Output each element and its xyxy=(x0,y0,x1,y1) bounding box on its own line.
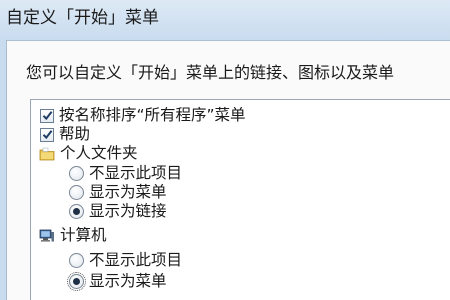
computer-icon xyxy=(39,229,54,242)
help-option[interactable]: 帮助 xyxy=(40,125,90,144)
radio-dot xyxy=(73,278,80,285)
check-icon xyxy=(42,130,52,140)
option-label: 不显示此项目 xyxy=(89,251,183,269)
radio-button[interactable] xyxy=(69,253,84,268)
personal-folder-group: 个人文件夹 xyxy=(39,144,138,163)
option-label: 显示为菜单 xyxy=(89,272,167,290)
option-label: 按名称排序“所有程序”菜单 xyxy=(59,106,246,124)
personal-folder-link-option[interactable]: 显示为链接 xyxy=(69,202,167,221)
customize-start-menu-dialog: 自定义「开始」菜单 您可以自定义「开始」菜单上的链接、图标以及菜单 按名称排序“… xyxy=(0,0,450,300)
checkbox[interactable] xyxy=(40,108,54,123)
option-label: 帮助 xyxy=(59,125,91,143)
group-label: 个人文件夹 xyxy=(60,144,138,162)
radio-button-selected[interactable] xyxy=(67,272,86,291)
folder-icon xyxy=(39,147,55,160)
personal-folder-menu-option[interactable]: 显示为菜单 xyxy=(69,183,167,202)
intro-text: 您可以自定义「开始」菜单上的链接、图标以及菜单 xyxy=(26,63,395,82)
group-label: 计算机 xyxy=(60,226,107,244)
computer-menu-option[interactable]: 显示为菜单 xyxy=(67,272,167,291)
title-bar[interactable]: 自定义「开始」菜单 xyxy=(0,0,450,41)
window-frame xyxy=(0,40,7,300)
checkbox[interactable] xyxy=(40,127,54,142)
radio-dot xyxy=(73,208,80,215)
radio-button[interactable] xyxy=(69,166,84,181)
personal-folder-hide-option[interactable]: 不显示此项目 xyxy=(69,164,182,183)
radio-button-selected[interactable] xyxy=(69,204,84,219)
computer-hide-option[interactable]: 不显示此项目 xyxy=(69,251,182,270)
computer-group: 计算机 xyxy=(39,226,107,245)
sort-all-programs-option[interactable]: 按名称排序“所有程序”菜单 xyxy=(40,106,246,125)
option-label: 显示为链接 xyxy=(89,202,167,220)
dialog-title: 自定义「开始」菜单 xyxy=(6,8,159,28)
options-list[interactable]: 按名称排序“所有程序”菜单 帮助 个人文件夹 不显示此项目 显示为菜单 显示为链… xyxy=(30,99,450,300)
radio-button[interactable] xyxy=(69,185,84,200)
option-label: 不显示此项目 xyxy=(89,164,183,182)
check-icon xyxy=(42,111,52,121)
option-label: 显示为菜单 xyxy=(89,183,167,201)
